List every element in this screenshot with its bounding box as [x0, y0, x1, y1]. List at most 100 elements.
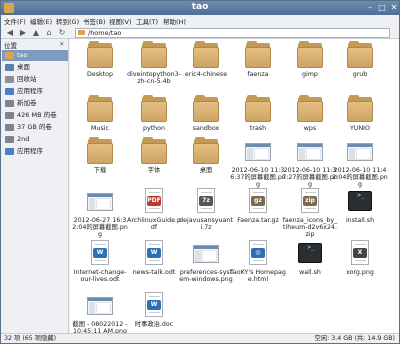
sidebar-item[interactable]: 回收站	[2, 74, 68, 85]
file-item[interactable]: gz Faenza.tar.gz	[230, 187, 286, 224]
file-item[interactable]: W 时事政治.doc	[126, 291, 182, 328]
folder-icon	[87, 137, 113, 165]
file-item[interactable]: 2012-06-10 11:42:04的屏幕截图.png	[332, 137, 388, 188]
file-name: eric4-chinese	[184, 71, 228, 78]
image-thumbnail-icon	[347, 137, 373, 165]
file-item[interactable]: Music	[72, 95, 128, 132]
sidebar-item-label: 2nd	[17, 135, 30, 143]
file-item[interactable]: 7z dejavusansyuanti.7z	[178, 187, 234, 231]
file-name: Internet-change-our-lives.odt	[73, 269, 127, 283]
folder-icon	[141, 137, 167, 165]
drive-icon	[5, 100, 14, 107]
file-item[interactable]: W Internet-change-our-lives.odt	[72, 239, 128, 283]
home-icon	[5, 52, 14, 59]
apps-icon	[5, 148, 14, 155]
menu-file[interactable]: 文件(F)	[4, 16, 26, 26]
file-item[interactable]: python	[126, 95, 182, 132]
file-item[interactable]: 2012-06-27 16:32:04的屏幕截图.png	[72, 187, 128, 238]
title-bar[interactable]: tao – □ ✕	[1, 1, 399, 15]
sidebar-item[interactable]: tao	[2, 50, 68, 61]
menu-view[interactable]: 视图(V)	[109, 16, 132, 26]
folder-icon	[245, 41, 271, 69]
file-name: 2012-06-10 11:36:37的屏幕截图.png	[230, 167, 286, 188]
drive-icon	[5, 112, 14, 119]
folder-icon	[193, 41, 219, 69]
sidebar-item[interactable]: 应用程序	[2, 86, 68, 97]
sidebar-item-label: 回收站	[17, 75, 37, 83]
file-item[interactable]: Xxorg.png	[332, 239, 388, 276]
file-item[interactable]: Desktop	[72, 41, 128, 78]
menu-go[interactable]: 转到(G)	[56, 16, 79, 26]
minimize-button[interactable]: –	[365, 3, 375, 13]
file-item[interactable]: PDF ArchlinuxGuide.pdf	[126, 187, 182, 231]
file-item[interactable]: 字体	[126, 137, 182, 174]
file-item[interactable]: zip faenza_icons_by_tiheum-d2v6x24.zip	[282, 187, 338, 238]
file-name: trash	[249, 125, 267, 132]
folder-icon	[87, 95, 113, 123]
sidebar-item-label: 37 GB 的卷	[17, 123, 52, 131]
sidebar-item[interactable]: 应用程序	[2, 146, 68, 157]
file-name: 桌面	[199, 167, 213, 174]
home-icon[interactable]: ⌂	[44, 28, 54, 38]
file-item[interactable]: 下载	[72, 137, 128, 174]
file-item[interactable]: grub	[332, 41, 388, 78]
desktop-icon	[5, 64, 14, 71]
menu-bookmarks[interactable]: 书签(B)	[83, 16, 106, 26]
document-icon: X	[347, 239, 373, 267]
file-item[interactable]: YUNIO	[332, 95, 388, 132]
sidebar-item[interactable]: 37 GB 的卷	[2, 122, 68, 133]
file-item[interactable]: >_ install.sh	[332, 187, 388, 224]
menu-tools[interactable]: 工具(T)	[136, 16, 158, 26]
document-icon: zip	[297, 187, 323, 215]
up-icon[interactable]: ▲	[31, 28, 41, 38]
file-item[interactable]: 截图 - 08022012 - 10:45:11 AM.png	[72, 291, 128, 333]
file-name: 下载	[93, 167, 107, 174]
file-name: gimp	[302, 71, 318, 78]
image-thumbnail-icon	[297, 137, 323, 165]
file-item[interactable]: 2012-06-10 11:37:27的屏幕截图.png	[282, 137, 338, 188]
forward-icon[interactable]: ▶	[18, 28, 28, 38]
document-icon: gz	[245, 187, 271, 215]
maximize-button[interactable]: □	[377, 3, 387, 13]
menu-help[interactable]: 帮助(H)	[163, 16, 186, 26]
trash-icon	[5, 76, 14, 83]
file-name: python	[142, 125, 166, 132]
file-item[interactable]: preferences-system-windows.png	[178, 239, 234, 283]
file-name: Music	[91, 125, 109, 132]
file-item[interactable]: ◎ TaoKY's Homepage.html	[230, 239, 286, 283]
location-path: /home/tao	[88, 29, 122, 37]
folder-icon	[141, 95, 167, 123]
file-item[interactable]: wps	[282, 95, 338, 132]
file-item[interactable]: gimp	[282, 41, 338, 78]
drive-icon	[5, 124, 14, 131]
file-item[interactable]: diveintopython3-zh-cn-5.4b	[126, 41, 182, 85]
folder-icon	[297, 41, 323, 69]
back-icon[interactable]: ◀	[5, 28, 15, 38]
image-thumbnail-icon	[245, 137, 271, 165]
file-item[interactable]: 2012-06-10 11:36:37的屏幕截图.png	[230, 137, 286, 188]
file-item[interactable]: >_ wall.sh	[282, 239, 338, 276]
folder-icon	[245, 95, 271, 123]
folder-icon	[141, 41, 167, 69]
folder-icon	[78, 30, 85, 35]
menu-edit[interactable]: 编辑(E)	[30, 16, 52, 26]
close-sidebar-icon[interactable]: ✕	[59, 40, 64, 48]
file-item[interactable]: Wnews-talk.odt	[126, 239, 182, 276]
free-space: 空闲: 3.4 GB (共: 14.9 GB)	[314, 335, 396, 342]
file-item[interactable]: 桌面	[178, 137, 234, 174]
sidebar-item[interactable]: 426 MB 的卷	[2, 110, 68, 121]
file-view[interactable]: Desktop diveintopython3-zh-cn-5.4b eric4-c…	[70, 39, 399, 333]
close-button[interactable]: ✕	[389, 3, 399, 13]
file-item[interactable]: eric4-chinese	[178, 41, 234, 78]
image-thumbnail-icon	[87, 187, 113, 215]
location-bar[interactable]: /home/tao	[75, 28, 390, 38]
menu-bar: 文件(F) 编辑(E) 转到(G) 书签(B) 视图(V) 工具(T) 帮助(H…	[1, 15, 399, 27]
file-item[interactable]: sandbox	[178, 95, 234, 132]
sidebar-item[interactable]: 2nd	[2, 134, 68, 145]
file-item[interactable]: trash	[230, 95, 286, 132]
refresh-icon[interactable]: ↻	[57, 28, 67, 38]
sidebar-item[interactable]: 新加卷	[2, 98, 68, 109]
sidebar-item[interactable]: 桌面	[2, 62, 68, 73]
drive-icon	[5, 136, 14, 143]
file-item[interactable]: faenza	[230, 41, 286, 78]
